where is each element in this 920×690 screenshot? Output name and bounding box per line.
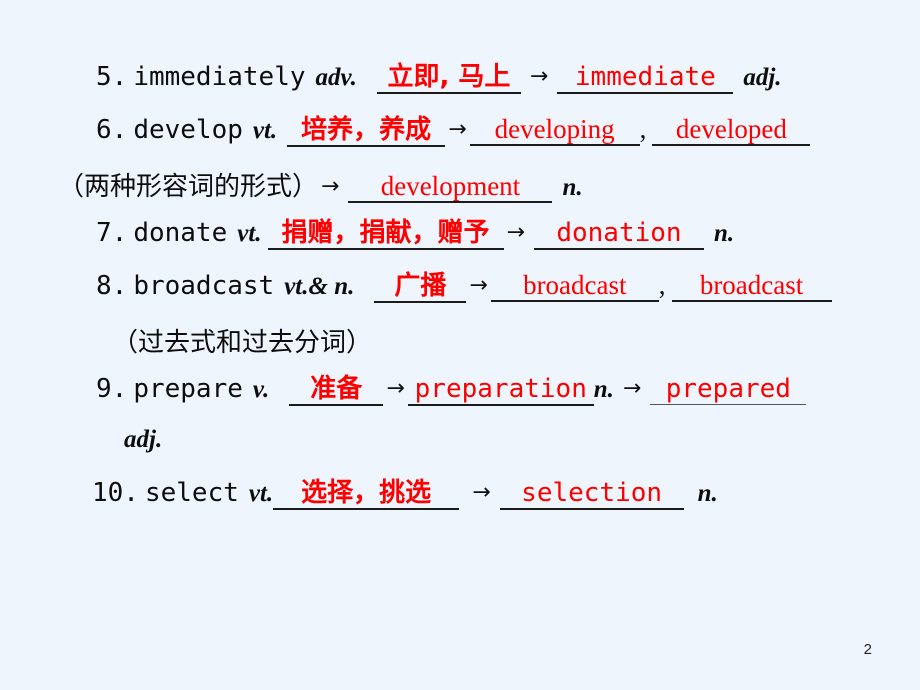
list-item: 7. donate vt. 捐赠，捐献，赠予 → donation n. [0,218,920,270]
derivative-text: selection [521,478,663,508]
derivative-part-of-speech: adj. [743,64,782,91]
arrow-icon: → [472,480,491,505]
answer-blank-derivative-2[interactable]: broadcast [671,270,832,303]
meaning-text: 选择，挑选 [301,478,432,508]
note-text: （两种形容词的形式） [58,172,319,202]
meaning-text: 培养，养成 [301,115,432,145]
derivative-text: immediate [574,62,716,92]
answer-blank-derivative[interactable]: immediate [557,62,734,95]
derivative-text: developing [494,114,615,144]
part-of-speech: vt. [252,117,278,144]
answer-blank-derivative[interactable]: developing [469,114,640,147]
answer-blank-meaning[interactable]: 选择，挑选 [273,478,460,511]
list-item: 10. select vt. 选择，挑选 → selection n. [0,478,920,530]
meaning-text: 准备 [310,374,363,404]
arrow-icon: → [321,174,340,199]
item-index: 5. [96,62,128,92]
item-index: 10. [92,478,139,508]
derivative-part-of-speech-2: adj. [124,426,163,453]
answer-blank-meaning[interactable]: 广播 [374,271,467,304]
derivative-text: broadcast [523,270,627,300]
derivative-part-of-speech: n. [593,376,614,403]
arrow-icon: → [529,64,549,89]
note-text: （过去式和过去分词） [112,328,373,358]
part-of-speech: adv. [315,64,357,91]
headword: immediately [133,62,306,92]
arrow-icon: → [448,117,467,142]
answer-blank-derivative[interactable]: selection [499,478,684,511]
list-item-continuation: （两种形容词的形式） → development n. [0,166,920,218]
arrow-icon-2: → [622,376,642,401]
page-number: 2 [863,641,872,658]
list-item: 8. broadcast vt.& n. 广播 → broadcast, broadcast [0,270,920,322]
item-index: 9. [96,374,128,404]
item-index: 7. [96,218,128,248]
item-index: 6. [96,115,128,145]
derivative-text-2: developed [675,114,787,144]
derivative-text: preparation [414,374,587,404]
slide-canvas: 5. immediately adv. 立即, 马上 → immediate adj. 6.… [0,0,920,690]
list-item: 5. immediately adv. 立即, 马上 → immediate adj. [0,62,920,114]
headword: select [144,478,239,508]
answer-blank-derivative[interactable]: broadcast [490,270,659,303]
meaning-text: 广播 [394,271,447,301]
answer-blank-meaning[interactable]: 立即, 马上 [376,62,521,95]
answer-blank-derivative-2[interactable]: developed [652,114,811,147]
derivative-part-of-speech: n. [713,220,735,247]
part-of-speech: vt. [248,480,274,507]
list-item-continuation: adj. [0,426,920,478]
derivative-part-of-speech: n. [562,174,583,201]
list-item: 9. prepare v. 准备 → preparation n. → prepared [0,374,920,426]
list-item-continuation: （过去式和过去分词） [0,322,920,374]
answer-blank-derivative[interactable]: preparation [407,374,594,407]
answer-blank-derivative-3[interactable]: development [348,171,553,204]
meaning-text: 立即, 马上 [387,62,511,92]
separator: , [639,114,647,144]
derivative-part-of-speech: n. [697,480,718,507]
headword: broadcast [133,271,275,301]
derivative-text: donation [556,218,682,248]
part-of-speech: vt.& n. [284,273,355,300]
answer-blank-meaning[interactable]: 捐赠，捐献，赠予 [267,218,504,251]
headword: prepare [133,374,243,404]
list-item: 6. develop vt. 培养，养成 → developing, developed [0,114,920,166]
meaning-text: 捐赠，捐献，赠予 [281,218,490,248]
answer-blank-derivative-2[interactable]: prepared [650,374,807,406]
derivative-text-3: development [380,171,521,201]
arrow-icon: → [469,273,488,298]
item-index: 8. [96,271,128,301]
arrow-icon: → [386,376,405,401]
part-of-speech: vt. [237,220,262,247]
part-of-speech: v. [252,376,270,403]
arrow-icon: → [506,220,525,245]
derivative-text-2: broadcast [699,270,804,300]
answer-blank-derivative[interactable]: donation [533,218,704,251]
answer-blank-meaning[interactable]: 准备 [289,374,384,407]
headword: donate [133,218,228,248]
answer-blank-meaning[interactable]: 培养，养成 [287,115,446,148]
headword: develop [133,115,243,145]
derivative-text-2: prepared [665,374,791,404]
vocabulary-list: 5. immediately adv. 立即, 马上 → immediate adj. 6.… [0,62,920,530]
separator: , [658,270,666,300]
